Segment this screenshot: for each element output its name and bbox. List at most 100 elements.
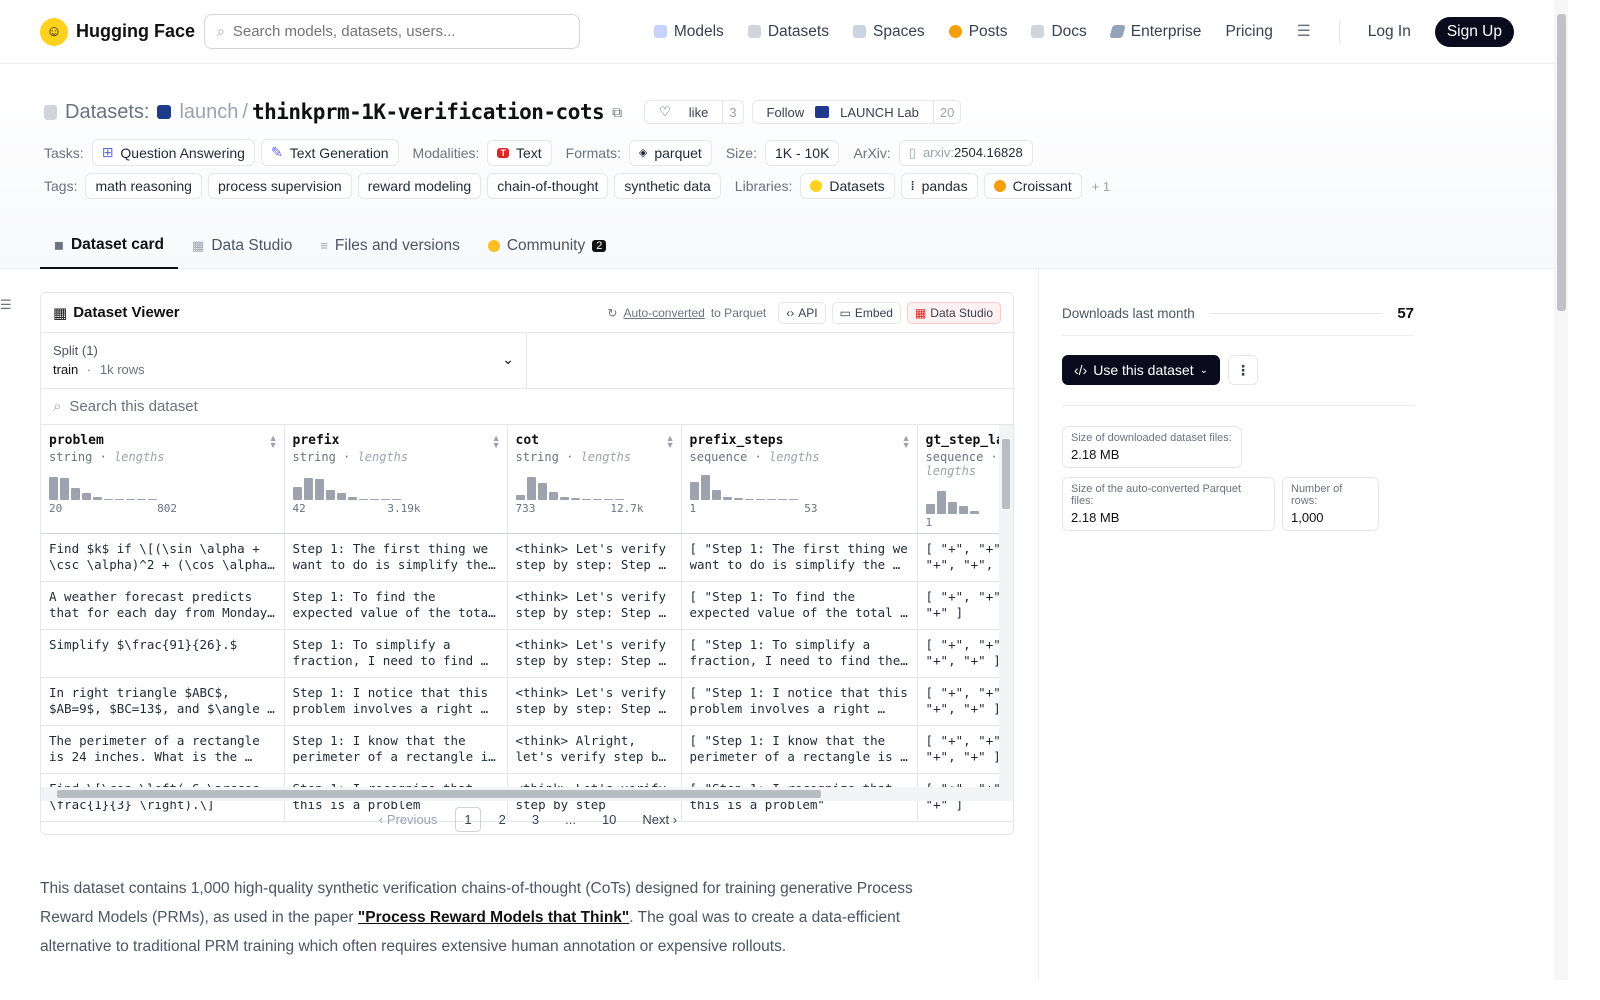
table-row[interactable]: Simplify $\frac{91}{26}.$ Step 1: To simp… [41,629,1013,678]
nav-models[interactable]: Models [653,23,724,41]
histogram-bar[interactable] [391,499,401,500]
histogram-bar[interactable] [722,497,732,500]
table-cell[interactable]: <think> Let's verify step by step: Step … [507,581,682,630]
follow-button[interactable]: Follow LAUNCH Lab 20 [751,100,962,124]
table-cell[interactable]: Step 1: I notice that this problem invol… [284,677,508,726]
histogram-bar[interactable] [380,499,390,500]
histogram-bar[interactable] [733,498,743,500]
signup-button[interactable]: Sign Up [1434,16,1514,47]
table-cell[interactable]: [ "Step 1: I notice that this problem in… [681,677,918,726]
histogram-bar[interactable] [592,499,602,500]
nav-enterprise[interactable]: Enterprise [1109,23,1201,41]
global-search-input[interactable] [232,23,533,40]
page-1[interactable]: 1 [455,806,481,832]
histogram-bar[interactable] [777,499,787,500]
histogram-bar[interactable] [766,499,776,500]
histogram-bar[interactable] [614,499,624,500]
histogram-bar[interactable] [336,493,346,500]
page-scrollbar[interactable] [1554,0,1568,980]
histogram-bar[interactable] [358,499,368,500]
brand[interactable]: ☺ Hugging Face [40,17,204,46]
histogram-bar[interactable] [126,499,135,500]
table-row[interactable]: Find $k$ if \[(\sin \alpha + \csc \alpha… [41,533,1013,582]
login-link[interactable]: Log In [1368,23,1411,41]
previous-page[interactable]: ‹ Previous [371,808,446,831]
split-select[interactable]: Split (1) train · 1k rows ⌄ [41,333,527,388]
histogram-bar[interactable] [49,477,58,500]
histogram-bar[interactable] [958,506,968,514]
tab-dataset-card[interactable]: ◼ Dataset card [40,222,179,269]
column-header[interactable]: problem string · lengths ▲ ▼ 20 802 [41,425,285,534]
paper-link[interactable]: "Process Reward Models that Think" [358,909,629,926]
use-this-dataset-button[interactable]: ‹/› Use this dataset ⌄ [1062,355,1220,385]
task-text-generation[interactable]: ✎ Text Generation [260,139,399,166]
table-cell[interactable]: <think> Let's verify step by step: Step … [507,533,682,582]
format-parquet[interactable]: ◈ parquet [628,139,712,166]
library-datasets[interactable]: Datasets [800,173,895,199]
api-button[interactable]: ‹› API [778,301,826,324]
histogram-bar[interactable] [537,483,547,500]
histogram-bar[interactable] [581,499,591,500]
tag-item[interactable]: chain-of-thought [487,173,609,199]
histogram-bar[interactable] [689,482,699,500]
histogram-bar[interactable] [369,499,379,500]
tag-item[interactable]: math reasoning [85,173,202,199]
table-row[interactable]: The perimeter of a rectangle is 24 inche… [41,725,1013,774]
table-cell[interactable]: Simplify $\frac{91}{26}.$ [41,629,285,678]
histogram-bar[interactable] [115,499,124,500]
histogram-bar[interactable] [700,475,710,500]
library-pandas[interactable]: ⁞ pandas [900,173,978,199]
tag-item[interactable]: process supervision [207,173,352,199]
table-row[interactable]: A weather forecast predicts that for eac… [41,581,1013,630]
table-cell[interactable]: A weather forecast predicts that for eac… [41,581,285,630]
arxiv-tag[interactable]: ▯ arxiv:2504.16828 [898,139,1033,166]
table-cell[interactable]: <think> Let's verify step by step: Step … [507,677,682,726]
tag-item[interactable]: synthetic data [614,173,721,199]
next-page[interactable]: Next › [634,808,685,831]
histogram-bar[interactable] [148,499,157,500]
sort-icon[interactable]: ▲ ▼ [666,434,675,450]
histogram-bar[interactable] [936,491,946,514]
page-2[interactable]: 2 [491,808,514,831]
table-cell[interactable]: Step 1: To find the expected value of th… [284,581,508,630]
histogram-bar[interactable] [526,477,536,500]
histogram-bar[interactable] [969,511,979,514]
table-horizontal-scrollbar[interactable] [41,787,1013,801]
nav-posts[interactable]: Posts [948,23,1007,41]
table-cell[interactable]: Step 1: I know that the perimeter of a r… [284,725,508,774]
table-cell[interactable]: <think> Alright, let's verify step by st… [507,725,682,774]
histogram-bar[interactable] [711,490,721,500]
histogram-bar[interactable] [947,502,957,514]
histogram-bar[interactable] [93,497,102,500]
histogram-bar[interactable] [603,499,613,500]
sort-icon[interactable]: ▲ ▼ [902,434,911,450]
histogram-bar[interactable] [548,492,558,500]
tab-files-and-versions[interactable]: ≡ Files and versions [306,222,474,269]
histogram-bar[interactable] [303,478,313,500]
more-libraries[interactable]: + 1 [1092,179,1110,194]
task-question-answering[interactable]: ⊞ Question Answering [91,139,255,166]
copy-icon[interactable]: ⧉ [612,104,622,121]
histogram-bar[interactable] [82,493,91,500]
column-header[interactable]: prefix_steps sequence · lengths ▲ ▼ 1 53 [681,425,918,534]
table-cell[interactable]: Step 1: The first thing we want to do is… [284,533,508,582]
global-search[interactable]: ⌕ [204,14,580,49]
nav-pricing[interactable]: Pricing [1225,23,1272,41]
auto-converted-link[interactable]: Auto-converted [623,306,704,320]
histogram-bar[interactable] [755,499,765,500]
histogram-bar[interactable] [137,499,146,500]
tab-community[interactable]: Community 2 [474,222,621,269]
histogram-bar[interactable] [104,499,113,500]
dataset-name[interactable]: thinkprm-1K-verification-cots [252,100,605,124]
histogram-bar[interactable] [60,478,69,500]
histogram-bar[interactable] [314,479,324,500]
nav-datasets[interactable]: Datasets [747,23,829,41]
table-cell[interactable]: The perimeter of a rectangle is 24 inche… [41,725,285,774]
scroll-thumb[interactable] [1002,439,1010,509]
nav-spaces[interactable]: Spaces [852,23,925,41]
like-button[interactable]: ♡ like 3 [644,100,744,124]
sort-icon[interactable]: ▲ ▼ [492,434,501,450]
owner-link[interactable]: launch [179,101,238,124]
table-cell[interactable]: Find $k$ if \[(\sin \alpha + \csc \alpha… [41,533,285,582]
modality-text[interactable]: T Text [487,139,552,166]
